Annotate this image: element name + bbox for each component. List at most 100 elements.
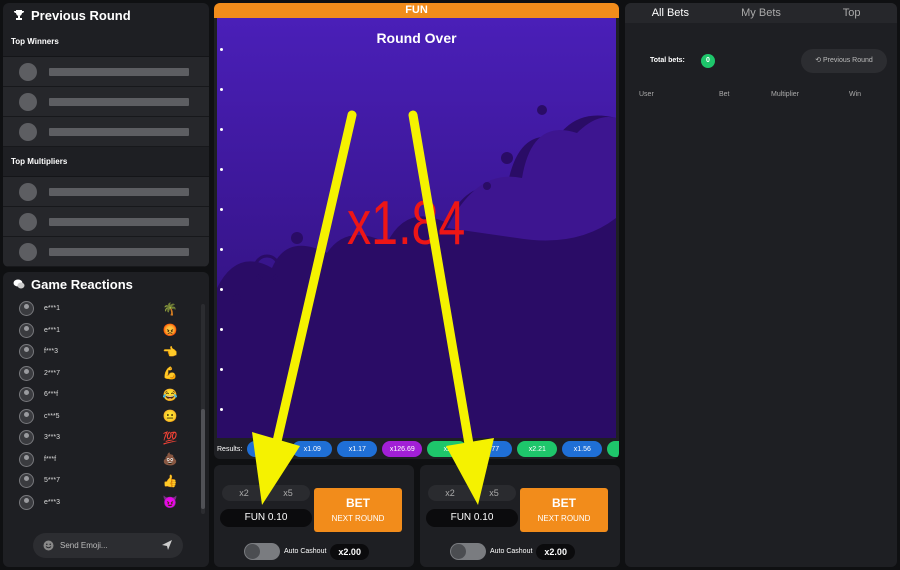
- bet-button-label: BET: [552, 496, 576, 510]
- bet-amount-input[interactable]: FUN 0.10: [426, 509, 518, 527]
- reaction-emoji: 👍: [162, 473, 178, 488]
- auto-cashout-value[interactable]: x2.00: [536, 543, 575, 560]
- list-item: f***f 💩: [3, 449, 209, 471]
- list-item: [3, 117, 209, 147]
- crash-multiplier: x1.84: [347, 189, 466, 258]
- previous-round-title: Previous Round: [31, 7, 131, 23]
- quick-x2-button[interactable]: x2: [239, 488, 249, 498]
- reaction-emoji: 👈: [162, 344, 178, 359]
- avatar: [19, 62, 37, 81]
- column-win: Win: [849, 91, 862, 98]
- reaction-user: f***f: [44, 455, 57, 463]
- reaction-list: e***1 🌴 e***1 😡 f***3 👈 2***7 💪 6***f 😂 c***5…: [3, 298, 209, 516]
- result-chip[interactable]: x1.17: [337, 441, 378, 457]
- axis-dot: [220, 208, 223, 211]
- placeholder-bar: [49, 97, 189, 106]
- axis-dot: [220, 168, 223, 171]
- mode-banner: FUN: [214, 3, 619, 18]
- quick-x2-button[interactable]: x2: [445, 488, 455, 498]
- chat-icon: [13, 279, 25, 289]
- auto-cashout-value[interactable]: x2.00: [330, 543, 369, 560]
- user-icon: [19, 473, 34, 489]
- bet-button-label: BET: [346, 496, 370, 510]
- quick-multiplier-group: x2 x5: [428, 485, 516, 501]
- history-icon: ⟲: [815, 57, 823, 64]
- reaction-user: f***3: [44, 348, 59, 356]
- reaction-emoji: 😂: [162, 387, 178, 402]
- placeholder-bar: [49, 187, 189, 196]
- previous-round-button-label: Previous Round: [823, 57, 873, 64]
- trophy-icon: [14, 10, 24, 20]
- auto-cashout-toggle[interactable]: [450, 543, 486, 560]
- bet-button-sublabel: NEXT ROUND: [537, 514, 591, 523]
- axis-dot: [220, 248, 223, 251]
- reaction-user: c***5: [44, 412, 60, 420]
- reaction-user: 3***3: [44, 434, 60, 442]
- result-chip[interactable]: x1.09: [292, 441, 333, 457]
- reaction-emoji: 😐: [162, 409, 178, 424]
- scrollbar-thumb[interactable]: [201, 409, 205, 509]
- reaction-emoji: 😈: [162, 495, 178, 510]
- list-item: [3, 57, 209, 87]
- avatar: [19, 242, 37, 261]
- bet-amount-input[interactable]: FUN 0.10: [220, 509, 312, 527]
- top-multipliers-label: Top Multipliers: [3, 147, 209, 177]
- user-icon: [19, 451, 34, 467]
- placeholder-bar: [49, 217, 189, 226]
- game-reactions-header: Game Reactions: [3, 272, 209, 296]
- total-bets-count: 0: [701, 54, 715, 68]
- send-emoji-placeholder: Send Emoji...: [60, 541, 108, 550]
- placeholder-bar: [49, 247, 189, 256]
- avatar: [19, 182, 37, 201]
- reaction-user: e***1: [44, 326, 60, 334]
- reaction-emoji: 💩: [162, 452, 178, 467]
- column-multiplier: Multiplier: [771, 91, 800, 98]
- bet-button[interactable]: BET NEXT ROUND: [314, 488, 402, 532]
- axis-dot: [220, 48, 223, 51]
- tab-all-bets[interactable]: All Bets: [625, 3, 716, 23]
- result-chip[interactable]: x1.56: [562, 441, 603, 457]
- previous-round-button[interactable]: ⟲ Previous Round: [801, 49, 887, 73]
- column-user: User: [639, 91, 654, 98]
- game-reactions-panel: Game Reactions e***1 🌴 e***1 😡 f***3 👈 2***…: [3, 272, 209, 567]
- list-item: [3, 237, 209, 267]
- user-icon: [19, 387, 34, 403]
- auto-cashout-label: Auto Cashout: [284, 548, 327, 555]
- result-chip[interactable]: x126.69: [382, 441, 423, 457]
- column-bet: Bet: [719, 91, 730, 98]
- list-item: 2***7 💪: [3, 363, 209, 385]
- result-chip[interactable]: x2: [427, 441, 468, 457]
- result-chip[interactable]: x3: [607, 441, 619, 457]
- bets-panel: All Bets My Bets Top Total bets: 0 ⟲ Pre…: [625, 3, 897, 567]
- tab-my-bets[interactable]: My Bets: [716, 3, 807, 23]
- bets-table-header: User Bet Multiplier Win: [639, 91, 889, 98]
- bet-button[interactable]: BET NEXT ROUND: [520, 488, 608, 532]
- result-chip[interactable]: 1.77: [472, 441, 513, 457]
- quick-x5-button[interactable]: x5: [283, 488, 293, 498]
- axis-dot: [220, 408, 223, 411]
- axis-dot: [220, 128, 223, 131]
- reaction-emoji: 😡: [162, 323, 178, 338]
- reaction-emoji: 💯: [162, 430, 178, 445]
- bet-button-sublabel: NEXT ROUND: [331, 514, 385, 523]
- list-item: [3, 87, 209, 117]
- user-icon: [19, 301, 34, 317]
- result-chip[interactable]: x2.21: [517, 441, 558, 457]
- reaction-emoji: 🌴: [162, 301, 178, 316]
- result-chip[interactable]: [247, 441, 288, 457]
- send-emoji-input[interactable]: Send Emoji...: [33, 533, 183, 558]
- reaction-user: e***1: [44, 305, 60, 313]
- list-item: [3, 177, 209, 207]
- quick-x5-button[interactable]: x5: [489, 488, 499, 498]
- avatar: [19, 212, 37, 231]
- previous-round-header: Previous Round: [3, 3, 209, 27]
- auto-cashout-toggle[interactable]: [244, 543, 280, 560]
- results-label: Results:: [217, 445, 243, 453]
- bet-panel-2: x2 x5 FUN 0.10 BET NEXT ROUND Auto Casho…: [420, 465, 620, 567]
- send-icon[interactable]: [161, 539, 173, 551]
- reaction-user: 2***7: [44, 369, 60, 377]
- reaction-user: e***3: [44, 498, 60, 506]
- tab-top[interactable]: Top: [806, 3, 897, 23]
- axis-dot: [220, 288, 223, 291]
- reaction-scrollbar[interactable]: [201, 304, 205, 514]
